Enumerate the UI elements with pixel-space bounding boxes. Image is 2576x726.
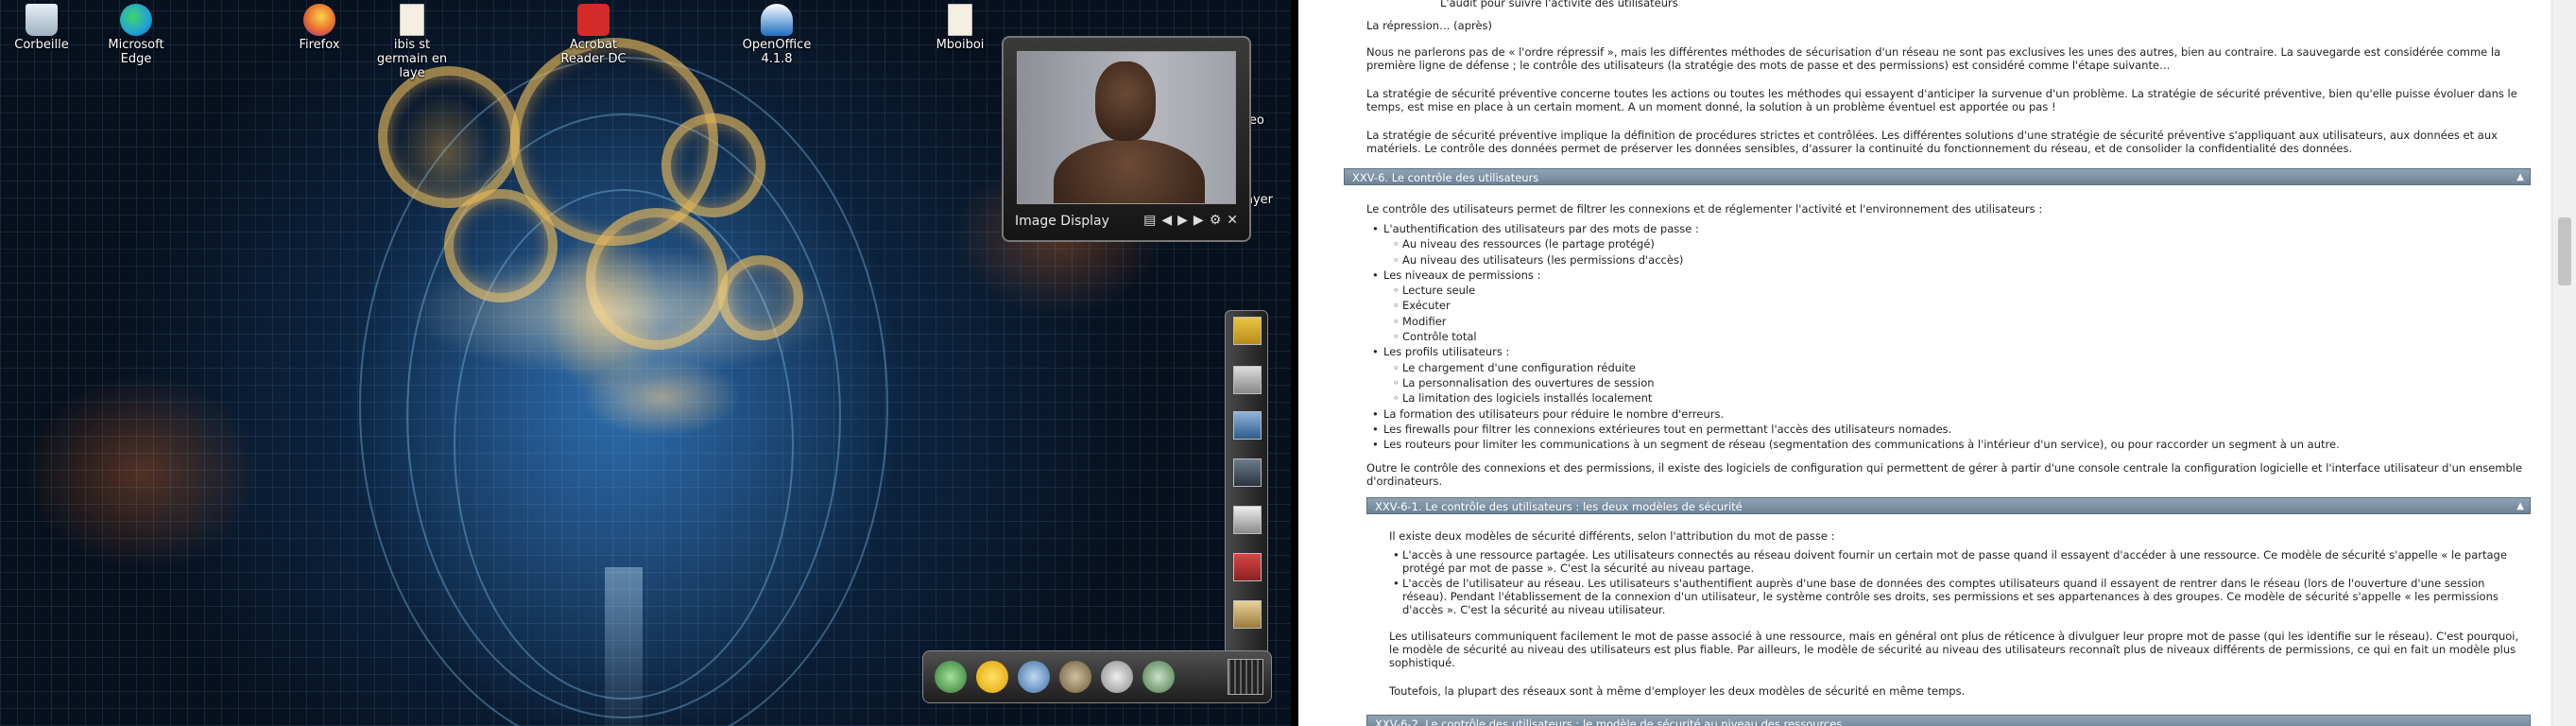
network-icon[interactable] xyxy=(1018,661,1050,693)
list-item: Les profils utilisateurs : Le chargement… xyxy=(1383,344,2517,406)
desktop-icon-openoffice[interactable]: OpenOffice 4.1.8 xyxy=(735,4,818,66)
desktop-icon-label: ayer xyxy=(1245,193,1274,207)
desktop-icon-ibis[interactable]: ibis st germain en laye xyxy=(370,4,454,80)
list-subitem: Le chargement d'une configuration réduit… xyxy=(1402,360,2517,375)
desktop-icon-recycle-bin[interactable]: Corbeille xyxy=(0,4,83,52)
controls-list: L'authentification des utilisateurs par … xyxy=(1383,221,2517,452)
desktop-icon-partial-player[interactable]: ayer xyxy=(1245,193,1291,207)
desktop-icon-label: ibis st germain en laye xyxy=(376,38,448,80)
desktop-icon-label: OpenOffice 4.1.8 xyxy=(742,38,812,66)
desktop-icon-label: Mboiboi xyxy=(936,38,985,52)
vertical-launcher-bar xyxy=(1225,310,1268,660)
users-icon[interactable] xyxy=(1059,661,1091,693)
view-list-icon[interactable]: ▤ xyxy=(1143,213,1156,228)
wallpaper-nose-light xyxy=(605,567,643,726)
list-item: Les routeurs pour limiter les communicat… xyxy=(1383,437,2517,452)
collapse-icon[interactable]: ▲ xyxy=(2516,498,2524,515)
desktop-icon-edge[interactable]: Microsoft Edge xyxy=(94,4,178,66)
collapse-icon[interactable]: ▲ xyxy=(2516,169,2524,186)
documents-icon[interactable] xyxy=(1101,661,1133,693)
gadget-controls: ▤ ◀ ▶ ▶ ⚙ ✕ xyxy=(1143,213,1238,228)
smiley-icon[interactable] xyxy=(976,661,1008,693)
list-subitem: Au niveau des utilisateurs (les permissi… xyxy=(1402,252,2517,268)
wallpaper-gear xyxy=(661,113,765,217)
document-file-icon xyxy=(400,4,424,36)
paragraph-4: Outre le contrôle des connexions et des … xyxy=(1366,461,2523,488)
section-title: XXV-6-1. Le contrôle des utilisateurs : … xyxy=(1375,500,1743,513)
models-list: L'accès à une ressource partagée. Les ut… xyxy=(1402,548,2527,618)
list-subitem: La personnalisation des ouvertures de se… xyxy=(1402,375,2517,390)
settings-icon[interactable]: ⚙ xyxy=(1210,213,1222,228)
list-subitem: Exécuter xyxy=(1402,298,2517,313)
section-6-1-intro: Il existe deux modèles de sécurité diffé… xyxy=(1389,529,1835,543)
paragraph-2: La stratégie de sécurité préventive conc… xyxy=(1366,87,2517,113)
section-title: XXV-6-2. Le contrôle des utilisateurs : … xyxy=(1375,717,1843,726)
globe-icon[interactable] xyxy=(935,661,967,693)
previous-icon[interactable]: ◀ xyxy=(1161,213,1172,228)
list-subitem: Lecture seule xyxy=(1402,283,2517,298)
play-icon[interactable]: ▶ xyxy=(1177,213,1188,228)
paragraph-3: La stratégie de sécurité préventive impl… xyxy=(1366,129,2498,155)
section-header-6-2[interactable]: XXV-6-2. Le contrôle des utilisateurs : … xyxy=(1366,715,2531,726)
wallpaper-gear xyxy=(378,66,520,208)
keyboard-grid-icon[interactable] xyxy=(1228,659,1263,695)
acrobat-icon xyxy=(577,4,610,36)
list-subitem: La limitation des logiciels installés lo… xyxy=(1402,390,2517,406)
vertical-scrollbar[interactable] xyxy=(2551,0,2576,726)
section-header-6-1[interactable]: XXV-6-1. Le contrôle des utilisateurs : … xyxy=(1366,497,2531,514)
desktop-icon-label: Firefox xyxy=(299,38,340,52)
photo-person-head xyxy=(1095,61,1156,141)
openoffice-icon xyxy=(761,4,793,36)
list-item: L'authentification des utilisateurs par … xyxy=(1383,221,2517,268)
repression-heading: La répression… (après) xyxy=(1366,19,1493,32)
recycle-bin-icon xyxy=(26,4,58,36)
edge-icon xyxy=(120,4,152,36)
tools-icon[interactable] xyxy=(1142,661,1175,693)
monitor-icon[interactable] xyxy=(1233,458,1262,487)
next-icon[interactable]: ▶ xyxy=(1194,213,1204,228)
section-title: XXV-6. Le contrôle des utilisateurs xyxy=(1352,171,1539,184)
list-subitem: Modifier xyxy=(1402,314,2517,329)
list-item: La formation des utilisateurs pour rédui… xyxy=(1383,406,2517,422)
desktop-icon-label: Microsoft Edge xyxy=(108,38,164,66)
calendar-icon[interactable] xyxy=(1233,506,1262,534)
printer-icon[interactable] xyxy=(1233,366,1262,394)
section-header-6[interactable]: XXV-6. Le contrôle des utilisateurs ▲ xyxy=(1344,168,2531,185)
document-page: L'audit pour suivre l'activité des utili… xyxy=(1298,0,2551,726)
list-item: Les niveaux de permissions : Lecture seu… xyxy=(1383,268,2517,344)
desktop-icon-acrobat[interactable]: Acrobat Reader DC xyxy=(552,4,635,66)
wallpaper-glow xyxy=(406,246,841,378)
picture-frame-icon[interactable] xyxy=(1233,600,1262,629)
document-file-icon xyxy=(948,4,972,36)
desktop: Corbeille Microsoft Edge Firefox ibis st… xyxy=(0,0,1291,726)
media-icon[interactable] xyxy=(1233,553,1262,581)
scrollbar-thumb[interactable] xyxy=(2558,217,2571,285)
paragraph-1: Nous ne parlerons pas de « l'ordre répre… xyxy=(1366,45,2501,72)
paragraph-5: Les utilisateurs communiquent facilement… xyxy=(1389,630,2519,669)
list-subitem: Au niveau des ressources (le partage pro… xyxy=(1402,236,2517,251)
screen-divider xyxy=(1291,0,1298,726)
launcher-dock xyxy=(922,650,1272,703)
list-item: L'accès à une ressource partagée. Les ut… xyxy=(1402,548,2527,575)
creator-app-icon[interactable] xyxy=(1233,317,1262,345)
desktop-icon-label: Acrobat Reader DC xyxy=(560,38,627,66)
top-cut-line: L'audit pour suivre l'activité des utili… xyxy=(1440,0,1678,9)
photo-album-icon[interactable] xyxy=(1233,411,1262,440)
image-display-gadget[interactable]: Image Display ▤ ◀ ▶ ▶ ⚙ ✕ xyxy=(1002,36,1251,242)
gadget-caption: Image Display xyxy=(1015,214,1109,229)
desktop-icon-label: Corbeille xyxy=(14,38,69,52)
list-subitem: Contrôle total xyxy=(1402,329,2517,344)
gadget-photo xyxy=(1017,51,1236,204)
paragraph-6: Toutefois, la plupart des réseaux sont à… xyxy=(1389,684,1966,698)
section-6-intro: Le contrôle des utilisateurs permet de f… xyxy=(1366,202,2043,216)
list-item: Les firewalls pour filtrer les connexion… xyxy=(1383,422,2517,437)
desktop-icon-mboiboi[interactable]: Mboiboi xyxy=(919,4,1002,52)
firefox-icon xyxy=(303,4,335,36)
desktop-icon-firefox[interactable]: Firefox xyxy=(278,4,361,52)
list-item: L'accès de l'utilisateur au réseau. Les … xyxy=(1402,577,2527,616)
close-icon[interactable]: ✕ xyxy=(1227,213,1238,228)
document-window: L'audit pour suivre l'activité des utili… xyxy=(1298,0,2576,726)
